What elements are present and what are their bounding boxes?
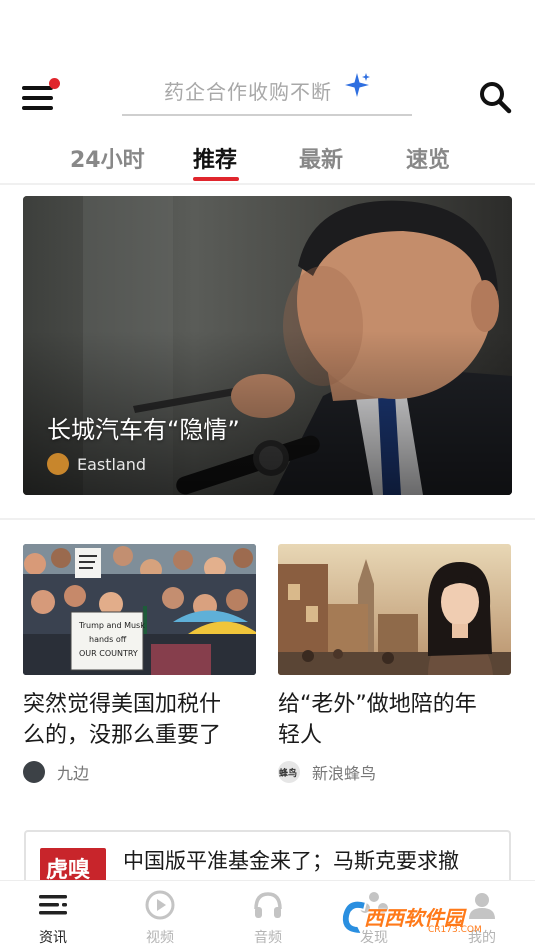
hero-article-card[interactable]: 长城汽车有“隐情” Eastland [23, 196, 512, 495]
menu-icon-bar [22, 96, 53, 100]
nav-label: 视频 [146, 930, 174, 946]
search-placeholder: 药企合作收购不断 [164, 80, 332, 104]
tab-24h[interactable]: 24小时 [70, 142, 145, 174]
title-line: 突然觉得美国加税什 [23, 692, 222, 717]
tab-recommended[interactable]: 推荐 [193, 142, 237, 174]
title-line: 么的，没那么重要了 [23, 723, 222, 748]
hero-source: Eastland [47, 452, 146, 476]
watermark-subtext: CR173.COM [428, 925, 482, 935]
watermark: 西西软件园 CR173.COM [336, 892, 516, 942]
nav-label: 音频 [254, 930, 282, 946]
divider [0, 183, 535, 185]
avatar: 蜂鸟 [278, 761, 300, 783]
title-line: 中国版平准基金来了；马斯克要求撤 [123, 849, 459, 873]
active-tab-indicator [193, 177, 239, 181]
title-line: 轻人 [278, 723, 323, 748]
search-icon[interactable] [478, 80, 512, 114]
nav-video[interactable]: 视频 [120, 881, 200, 951]
play-icon [145, 890, 175, 920]
hero-image [23, 196, 512, 495]
avatar [23, 761, 45, 783]
article-title: 突然觉得美国加税什 么的，没那么重要了 [23, 689, 256, 751]
notification-dot [49, 78, 60, 89]
hero-source-name: Eastland [77, 454, 147, 474]
article-card[interactable]: Trump and Musk hands off OUR COUNTRY 突然觉… [23, 544, 256, 783]
search-input[interactable]: 药企合作收购不断 [122, 70, 412, 116]
tab-overview[interactable]: 速览 [406, 142, 450, 174]
news-icon [39, 895, 67, 915]
article-title: 给“老外”做地陪的年 轻人 [278, 689, 511, 751]
sign-text: OUR COUNTRY [79, 649, 138, 658]
sign-text: hands off [89, 635, 127, 644]
category-tabs: 24小时 推荐 最新 速览 [0, 138, 535, 184]
article-source: 九边 [23, 760, 89, 784]
article-thumbnail: Trump and Musk hands off OUR COUNTRY [23, 544, 256, 675]
nav-audio[interactable]: 音频 [228, 881, 308, 951]
article-thumbnail [278, 544, 511, 675]
nav-news[interactable]: 资讯 [13, 881, 93, 951]
tab-latest[interactable]: 最新 [299, 142, 343, 174]
menu-icon-bar [22, 86, 53, 90]
source-logo-icon [47, 453, 69, 475]
article-card[interactable]: 给“老外”做地陪的年 轻人 蜂鸟 新浪蜂鸟 [278, 544, 511, 783]
source-name: 新浪蜂鸟 [312, 764, 377, 783]
source-name: 九边 [57, 764, 90, 783]
top-bar: 药企合作收购不断 [0, 0, 535, 130]
headphones-icon [254, 892, 282, 918]
nav-label: 资讯 [39, 930, 67, 946]
menu-button[interactable] [22, 78, 60, 112]
sign-text: Trump and Musk [78, 621, 145, 630]
article-source: 蜂鸟 新浪蜂鸟 [278, 760, 376, 784]
menu-icon-bar [22, 106, 53, 110]
divider [0, 518, 535, 520]
sparkle-icon [345, 73, 370, 97]
title-line: 给“老外”做地陪的年 [278, 692, 477, 717]
hero-title: 长城汽车有“隐情” [47, 416, 240, 444]
source-logo-text: 蜂鸟 [279, 769, 298, 779]
